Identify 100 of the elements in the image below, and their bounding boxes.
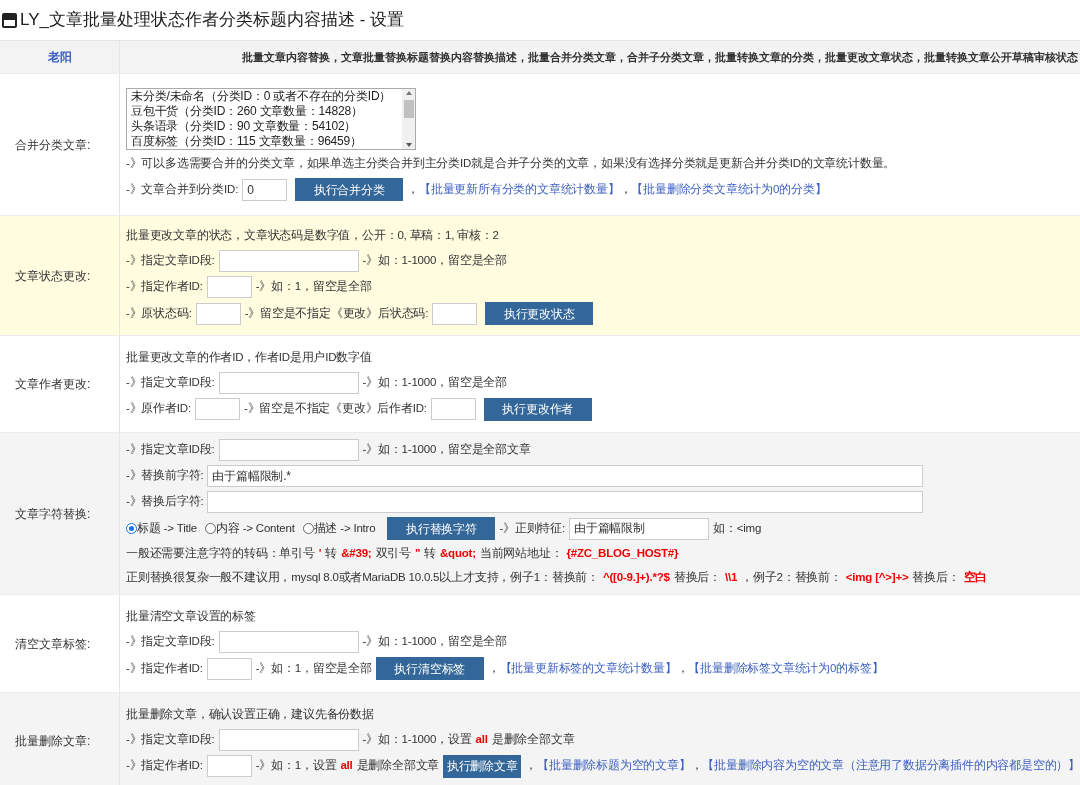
- window-title: LY_文章批量处理状态作者分类标题内容描述 - 设置: [20, 9, 405, 32]
- text-field[interactable]: 由于篇幅限制.*: [207, 465, 924, 487]
- highlighted-text: &quot;: [440, 546, 476, 562]
- highlighted-text: 空白: [963, 569, 988, 586]
- label-text: -》指定文章ID段:: [126, 634, 215, 650]
- action-button[interactable]: 执行删除文章: [443, 754, 522, 778]
- label-text: -》如：1，留空是全部: [255, 660, 372, 676]
- action-link[interactable]: 【批量删除分类文章统计为0的分类】: [631, 180, 827, 199]
- text-field[interactable]: [218, 250, 359, 272]
- text-field[interactable]: [218, 439, 359, 461]
- label-text: -》指定作者ID:: [126, 279, 203, 295]
- scrollbar-icon: [402, 89, 415, 149]
- text-field[interactable]: [218, 371, 359, 394]
- text-field[interactable]: [206, 657, 252, 680]
- label-text: -》原作者ID:: [126, 401, 191, 417]
- action-button[interactable]: 执行更改作者: [483, 397, 592, 421]
- label-text: 是删除全部文章: [356, 758, 440, 774]
- highlighted-text: \\1: [725, 570, 738, 586]
- action-link[interactable]: 【批量删除标题为空的文章】: [537, 757, 691, 775]
- text-field[interactable]: [194, 398, 240, 420]
- text-field[interactable]: [430, 398, 476, 420]
- label-text: -》可以多选需要合并的分类文章，如果单选主分类合并到主分类ID就是合并子分类的文章，如果没有选择分类就是更新合并分类ID的文章统计数量。: [126, 156, 896, 172]
- action-button[interactable]: 执行更改状态: [485, 302, 594, 325]
- label-text: -》留空是不指定《更改》后状态码:: [244, 305, 429, 321]
- radio-button[interactable]: [302, 523, 314, 534]
- list-option[interactable]: 豆包干货（分类ID：260 文章数量：14828）: [131, 104, 398, 119]
- highlighted-text: all: [475, 731, 488, 747]
- label-text: -》文章合并到分类ID:: [126, 181, 239, 197]
- label-text: 转: [424, 546, 436, 562]
- action-link[interactable]: 【批量删除标签文章统计为0的标签】: [688, 659, 884, 678]
- text-field[interactable]: [432, 302, 478, 325]
- label-text: -》如：1-1000，留空是全部: [362, 374, 507, 390]
- label-text: -》替换后字符:: [126, 494, 204, 510]
- label-text: 转: [325, 546, 338, 562]
- highlighted-text: <img [^>]+>: [845, 570, 909, 586]
- header-description: 批量文章内容替换，文章批量替换标题替换内容替换描述，批量合并分类文章，合并子分类文章，批量转换文章的分类，批量更改文章状态，批量转换文章公开草稿审核状态: [242, 49, 1078, 65]
- label-text: 是删除全部文章: [491, 731, 575, 747]
- text-field[interactable]: [206, 755, 252, 777]
- label-text: ，: [619, 181, 632, 197]
- label-text: -》如：1-1000，设置: [362, 731, 472, 747]
- text-field[interactable]: [206, 276, 252, 298]
- row-label: 清空文章标签:: [15, 635, 91, 653]
- label-text: -》原状态码:: [126, 305, 192, 321]
- action-link[interactable]: 【批量删除内容为空的文章（注意用了数据分离插件的内容都是空的）】: [702, 757, 1080, 775]
- label-text: -》指定文章ID段:: [126, 442, 215, 458]
- highlighted-text: &#39;: [341, 546, 372, 562]
- category-listbox[interactable]: 未分类/未命名（分类ID：0 或者不存在的分类ID） 豆包干货（分类ID：260 文章数量：14828） 头条语录（分类ID：90 文章数量：54102） 百度标签（分类ID：115 文章数量：96459）: [126, 88, 416, 150]
- list-option[interactable]: 头条语录（分类ID：90 文章数量：54102）: [131, 119, 398, 134]
- list-option[interactable]: 未分类/未命名（分类ID：0 或者不存在的分类ID）: [131, 89, 398, 104]
- label-text: 批量清空文章设置的标签: [126, 609, 256, 625]
- label-text: -》留空是不指定《更改》后作者ID:: [243, 401, 427, 417]
- label-text: -》如：1-1000，留空是全部: [362, 253, 507, 269]
- highlighted-text: ': [318, 546, 322, 562]
- highlighted-text: all: [340, 758, 353, 774]
- label-text: -》指定作者ID:: [126, 660, 203, 676]
- radio-button[interactable]: [126, 523, 137, 534]
- radio-button[interactable]: [205, 523, 217, 534]
- text-field[interactable]: [195, 302, 241, 325]
- row-label: 合并分类文章:: [15, 136, 91, 154]
- text-field[interactable]: 由于篇幅限制: [569, 517, 710, 540]
- label-text: -》如：1，设置: [255, 758, 337, 774]
- label-text: 当前网站地址：: [479, 546, 563, 562]
- action-button[interactable]: 执行替换字符: [387, 517, 496, 540]
- action-button[interactable]: 执行清空标签: [375, 657, 484, 680]
- label-text: 替换后：: [673, 570, 721, 586]
- label-text: 一般还需要注意字符的转码：单引号: [126, 546, 315, 562]
- action-link[interactable]: 【批量更新所有分类的文章统计数量】: [418, 180, 620, 199]
- row-label: 文章状态更改:: [15, 267, 91, 285]
- label-text: -》如：1-1000，留空是全部文章: [362, 442, 531, 458]
- label-text: -》如：1，留空是全部: [255, 279, 372, 295]
- text-field[interactable]: [218, 728, 359, 751]
- text-field[interactable]: [218, 631, 359, 653]
- highlighted-text: {#ZC_BLOG_HOST#}: [566, 546, 679, 562]
- label-text: ，: [487, 660, 500, 676]
- label-text: 双引号: [375, 546, 411, 562]
- action-button[interactable]: 执行合并分类: [295, 178, 404, 201]
- label-text: 正则替换很复杂一般不建议用，mysql 8.0或者MariaDB 10.0.5以上才支持，例子1：替换前：: [126, 570, 599, 586]
- label-text: -》正则特征:: [499, 520, 566, 536]
- label-text: -》如：1-1000，留空是全部: [362, 634, 507, 650]
- row-label: 文章字符替换:: [15, 505, 91, 523]
- radio-label: 描述 -> Intro: [313, 520, 376, 536]
- label-text: ，例子2：替换前：: [741, 570, 842, 586]
- list-option[interactable]: 百度标签（分类ID：115 文章数量：96459）: [131, 134, 398, 149]
- label-text: ，: [407, 181, 419, 197]
- label-text: ，: [690, 758, 703, 774]
- label-text: ，: [525, 758, 538, 774]
- label-text: 批量更改文章的作者ID，作者ID是用户ID数字值: [126, 349, 372, 365]
- highlighted-text: ^([0-9.]+).*?$: [602, 570, 670, 586]
- label-text: -》指定文章ID段:: [126, 253, 215, 269]
- label-text: 如：<img: [713, 520, 762, 536]
- label-text: 批量更改文章的状态，文章状态码是数字值，公开：0, 草稿：1, 审核：2: [126, 228, 499, 244]
- radio-label: 内容 -> Content: [216, 520, 295, 536]
- header-tab[interactable]: 老阳: [47, 48, 72, 66]
- label-text: 替换后：: [912, 570, 960, 586]
- label-text: -》指定作者ID:: [126, 758, 203, 774]
- label-text: -》指定文章ID段:: [126, 731, 215, 747]
- action-link[interactable]: 【批量更新标签的文章统计数量】: [499, 659, 677, 678]
- text-field[interactable]: 0: [242, 178, 288, 201]
- text-field[interactable]: [207, 491, 924, 513]
- label-text: ，: [676, 660, 689, 676]
